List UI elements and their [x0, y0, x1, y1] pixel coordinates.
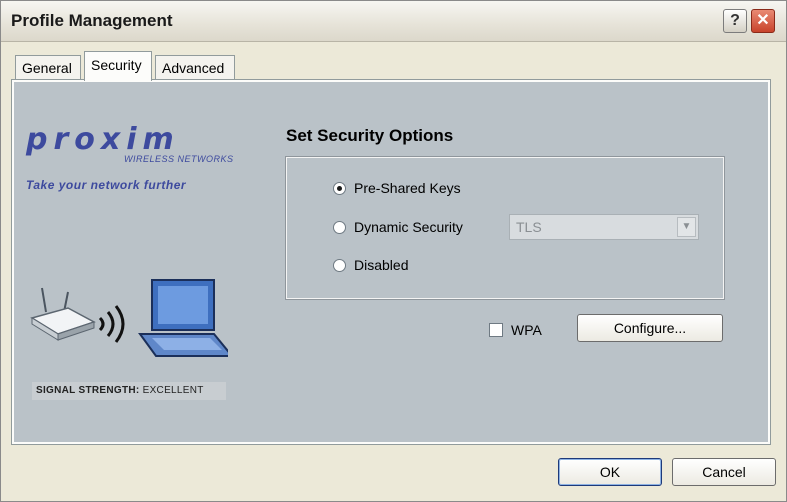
- signal-strength-label: SIGNAL STRENGTH:: [36, 385, 140, 396]
- tab-security[interactable]: Security: [84, 51, 152, 81]
- option-dynamic-security[interactable]: Dynamic Security: [333, 217, 463, 237]
- router-icon: [30, 287, 96, 341]
- disabled-radio[interactable]: [333, 258, 346, 272]
- window-title: Profile Management: [11, 11, 173, 30]
- pre-shared-keys-radio[interactable]: [333, 181, 346, 195]
- cancel-button[interactable]: Cancel: [672, 458, 776, 486]
- dynamic-security-select: TLS ▼: [509, 214, 699, 240]
- tagline: Take your network further: [26, 178, 187, 192]
- laptop-icon: [138, 279, 228, 357]
- option-disabled[interactable]: Disabled: [333, 255, 408, 275]
- close-button[interactable]: ✕: [751, 9, 775, 33]
- configure-button[interactable]: Configure...: [577, 314, 723, 342]
- wpa-label: WPA: [511, 322, 542, 338]
- title-bar: Profile Management ? ✕: [1, 1, 786, 42]
- dynamic-security-select-value: TLS: [516, 219, 542, 235]
- help-button[interactable]: ?: [723, 9, 747, 33]
- disabled-label: Disabled: [354, 257, 409, 273]
- security-panel: proxim WIRELESS NETWORKS Take your netwo…: [11, 79, 771, 445]
- signal-strength-value: EXCELLENT: [142, 385, 204, 396]
- dynamic-security-radio[interactable]: [333, 220, 346, 234]
- wifi-signal-icon: [98, 305, 125, 343]
- security-options-group: Pre-Shared Keys Dynamic Security TLS ▼ D…: [285, 156, 725, 300]
- wpa-checkbox[interactable]: [489, 323, 503, 337]
- dynamic-security-label: Dynamic Security: [354, 219, 463, 235]
- chevron-down-icon: ▼: [677, 217, 696, 237]
- proxim-logo: proxim: [26, 122, 180, 157]
- security-options-title: Set Security Options: [286, 126, 454, 145]
- pre-shared-keys-label: Pre-Shared Keys: [354, 180, 461, 196]
- logo-subtitle: WIRELESS NETWORKS: [124, 154, 234, 164]
- signal-strength: SIGNAL STRENGTH: EXCELLENT: [32, 382, 226, 400]
- tab-general[interactable]: General: [15, 55, 81, 79]
- tab-advanced[interactable]: Advanced: [155, 55, 235, 79]
- security-panel-body: proxim WIRELESS NETWORKS Take your netwo…: [14, 82, 768, 442]
- option-pre-shared-keys[interactable]: Pre-Shared Keys: [333, 178, 461, 198]
- access-point-laptop-illustration: [30, 279, 228, 357]
- profile-management-window: Profile Management ? ✕ General Security …: [0, 0, 787, 502]
- ok-button[interactable]: OK: [558, 458, 662, 486]
